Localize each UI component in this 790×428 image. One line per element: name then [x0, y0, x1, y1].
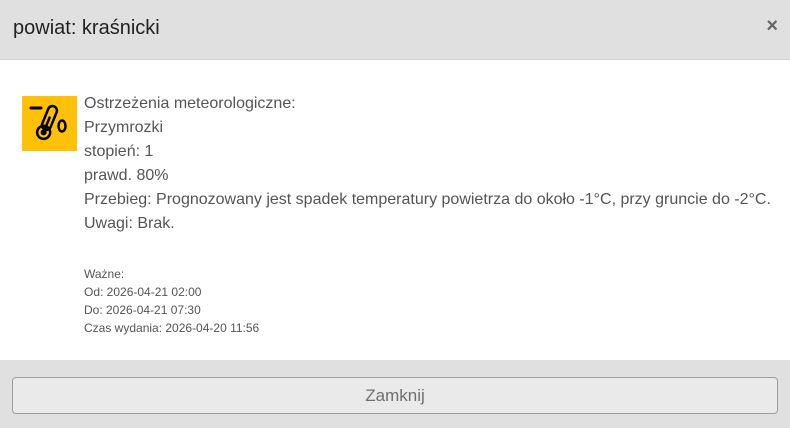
issued-time: Czas wydania: 2026-04-20 11:56: [84, 321, 260, 335]
warning-level: stopień: 1: [84, 143, 154, 160]
warning-type: Przymrozki: [84, 119, 164, 136]
dialog-body: Ostrzeżenia meteorologiczne: Przymrozki …: [0, 60, 790, 360]
close-button[interactable]: Zamknij: [12, 377, 778, 414]
validity-to: Do: 2026-04-21 07:30: [84, 303, 201, 317]
warning-course: Przebieg: Prognozowany jest spadek tempe…: [84, 191, 771, 208]
warning-probability: prawd. 80%: [84, 167, 169, 184]
dialog-header: powiat: kraśnicki ×: [0, 0, 790, 60]
thermometer-frost-icon: [22, 96, 77, 151]
close-icon[interactable]: ×: [766, 14, 778, 38]
dialog-footer: Zamknij: [0, 360, 790, 428]
warning-remarks: Uwagi: Brak.: [84, 215, 175, 232]
validity-info: Ważne: Od: 2026-04-21 02:00 Do: 2026-04-…: [84, 265, 259, 337]
warning-dialog: powiat: kraśnicki × Ostrzeżenia meteorol…: [0, 0, 790, 428]
validity-label: Ważne:: [84, 267, 125, 281]
warning-heading: Ostrzeżenia meteorologiczne:: [84, 95, 296, 112]
dialog-title: powiat: kraśnicki: [13, 17, 160, 39]
validity-from: Od: 2026-04-21 02:00: [84, 285, 202, 299]
warning-details: Ostrzeżenia meteorologiczne: Przymrozki …: [84, 92, 771, 236]
